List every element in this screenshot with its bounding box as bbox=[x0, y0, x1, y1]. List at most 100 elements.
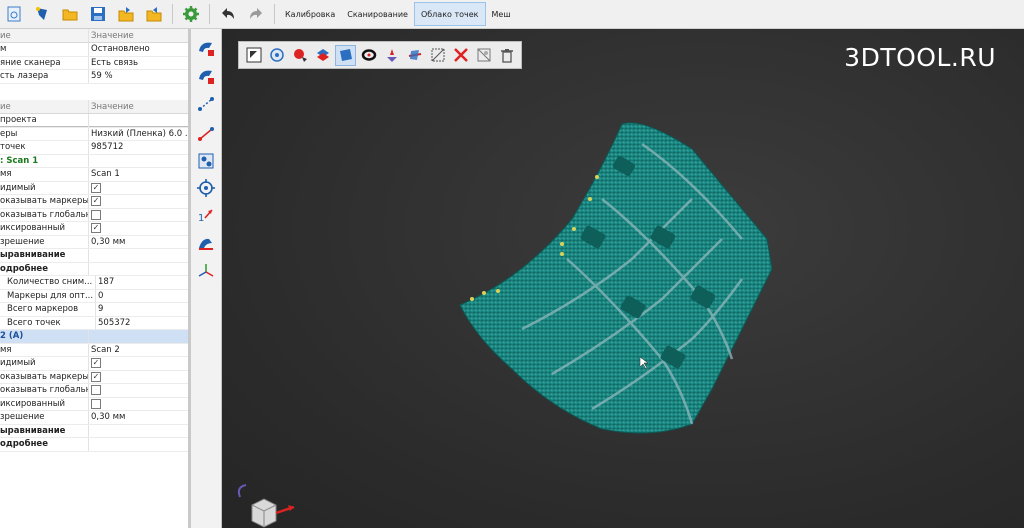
name-column-header: ие bbox=[0, 29, 89, 42]
property-name: м bbox=[0, 43, 89, 56]
tab-point-cloud[interactable]: Облако точек bbox=[413, 2, 486, 26]
property-name: зрешение bbox=[0, 235, 89, 248]
project-property-row[interactable]: оказывать глобальн... bbox=[0, 384, 188, 398]
project-property-row[interactable]: : Scan 1 bbox=[0, 154, 188, 168]
project-grid-header: ие Значение bbox=[0, 100, 188, 114]
property-name: идимый bbox=[0, 357, 89, 370]
project-property-row[interactable]: Количество сним... 187 bbox=[0, 276, 188, 290]
project-property-row[interactable]: мя Scan 2 bbox=[0, 343, 188, 357]
axis-icon[interactable] bbox=[197, 262, 215, 280]
property-value bbox=[89, 384, 188, 397]
project-property-row[interactable]: оказывать глобальн... bbox=[0, 208, 188, 222]
project-property-row[interactable]: иксированный bbox=[0, 397, 188, 411]
checkbox[interactable] bbox=[91, 209, 101, 220]
property-name: Маркеры для опт... bbox=[0, 289, 96, 302]
property-value: 0,30 мм bbox=[91, 412, 126, 423]
import-icon[interactable] bbox=[143, 3, 165, 25]
scanner-status-row[interactable]: сть лазера 59 % bbox=[0, 70, 188, 84]
property-value: 59 % bbox=[91, 71, 113, 82]
property-value bbox=[89, 438, 188, 451]
property-value bbox=[89, 263, 188, 276]
property-value: ✓ bbox=[89, 371, 188, 384]
property-value bbox=[89, 114, 188, 127]
scanner-status-row[interactable]: м Остановлено bbox=[0, 43, 188, 57]
numbering-icon[interactable]: 1 bbox=[197, 206, 215, 224]
open-scan-icon[interactable] bbox=[31, 3, 53, 25]
3d-viewport[interactable]: 3DTOOL.RU bbox=[222, 29, 1024, 528]
project-property-row[interactable]: 2 (A) bbox=[0, 330, 188, 344]
checkbox[interactable]: ✓ bbox=[91, 358, 101, 369]
property-name: иксированный bbox=[0, 222, 89, 235]
checkbox[interactable] bbox=[91, 385, 101, 396]
tab-calibration[interactable]: Калибровка bbox=[279, 3, 341, 25]
project-property-row[interactable]: Маркеры для опт... 0 bbox=[0, 289, 188, 303]
property-value bbox=[89, 330, 188, 343]
property-value: Есть связь bbox=[91, 57, 139, 68]
property-value: ✓ bbox=[89, 195, 188, 208]
project-property-row[interactable]: Всего маркеров 9 bbox=[0, 303, 188, 317]
project-property-row[interactable]: еры Низкий (Пленка) 6.0 ... bbox=[0, 127, 188, 141]
scan-lock-icon[interactable] bbox=[197, 67, 215, 85]
orientation-gizmo[interactable] bbox=[230, 479, 310, 528]
export-icon[interactable] bbox=[115, 3, 137, 25]
checkbox[interactable]: ✓ bbox=[91, 196, 101, 207]
property-value: Остановлено bbox=[91, 44, 150, 55]
open-folder-icon[interactable] bbox=[59, 3, 81, 25]
toolbar-separator bbox=[274, 4, 275, 24]
project-property-row[interactable]: ыравнивание bbox=[0, 249, 188, 263]
project-property-row[interactable]: одробнее bbox=[0, 438, 188, 452]
property-name: Всего точек bbox=[0, 316, 96, 329]
scanner-status-row[interactable]: яние сканера Есть связь bbox=[0, 56, 188, 70]
project-property-row[interactable]: иксированный ✓ bbox=[0, 222, 188, 236]
scanned-model[interactable] bbox=[222, 29, 1024, 528]
project-property-row[interactable]: мя Scan 1 bbox=[0, 168, 188, 182]
project-property-row[interactable]: оказывать маркеры ✓ bbox=[0, 195, 188, 209]
project-property-row[interactable]: зрешение 0,30 мм bbox=[0, 411, 188, 425]
project-property-row[interactable]: одробнее bbox=[0, 262, 188, 276]
property-value: 985712 bbox=[91, 142, 124, 153]
property-value: 505372 bbox=[98, 317, 131, 328]
property-name: одробнее bbox=[0, 262, 89, 275]
project-property-row[interactable]: Всего точек 505372 bbox=[0, 316, 188, 330]
toolbar-separator bbox=[209, 4, 210, 24]
property-value: Низкий (Пленка) 6.0 ... bbox=[91, 128, 188, 139]
project-property-row[interactable]: оказывать маркеры ✓ bbox=[0, 370, 188, 384]
checkbox[interactable]: ✓ bbox=[91, 371, 101, 382]
property-name: мя bbox=[0, 343, 89, 356]
property-name: ыравнивание bbox=[0, 424, 89, 437]
toolbar-separator bbox=[172, 4, 173, 24]
property-value bbox=[89, 209, 188, 222]
hand-measure-icon[interactable] bbox=[197, 234, 215, 252]
property-name: точек bbox=[0, 141, 89, 154]
align-points-icon[interactable] bbox=[197, 95, 215, 113]
target-icon[interactable] bbox=[197, 179, 215, 197]
save-icon[interactable] bbox=[87, 3, 109, 25]
new-project-icon[interactable] bbox=[3, 3, 25, 25]
project-property-row[interactable]: проекта bbox=[0, 114, 188, 128]
project-property-row[interactable]: идимый ✓ bbox=[0, 181, 188, 195]
project-property-row[interactable]: идимый ✓ bbox=[0, 357, 188, 371]
project-tree-panel: ие Значение проекта еры Низкий (Пленка) 6.… bbox=[0, 100, 188, 452]
property-name: оказывать глобальн... bbox=[0, 208, 89, 221]
value-column-header: Значение bbox=[91, 101, 134, 112]
checkbox[interactable] bbox=[91, 398, 101, 409]
property-name: иксированный bbox=[0, 397, 89, 410]
checkbox[interactable]: ✓ bbox=[91, 182, 101, 193]
project-property-row[interactable]: точек 985712 bbox=[0, 141, 188, 155]
redo-icon[interactable] bbox=[245, 3, 267, 25]
properties-panel: ие Значение м Остановлено яние сканера Есть… bbox=[0, 29, 188, 528]
property-name: проекта bbox=[0, 114, 89, 127]
scan-delete-icon[interactable] bbox=[197, 39, 215, 57]
property-value bbox=[89, 249, 188, 262]
tab-mesh[interactable]: Меш bbox=[486, 3, 517, 25]
checkbox[interactable]: ✓ bbox=[91, 223, 101, 234]
settings-gear-icon[interactable] bbox=[180, 3, 202, 25]
undo-icon[interactable] bbox=[217, 3, 239, 25]
project-property-row[interactable]: ыравнивание bbox=[0, 424, 188, 438]
property-name: оказывать маркеры bbox=[0, 195, 89, 208]
tab-scanning[interactable]: Сканирование bbox=[341, 3, 414, 25]
property-name: идимый bbox=[0, 181, 89, 194]
project-property-row[interactable]: зрешение 0,30 мм bbox=[0, 235, 188, 249]
select-region-icon[interactable] bbox=[197, 152, 215, 170]
markers-align-icon[interactable] bbox=[197, 125, 215, 143]
